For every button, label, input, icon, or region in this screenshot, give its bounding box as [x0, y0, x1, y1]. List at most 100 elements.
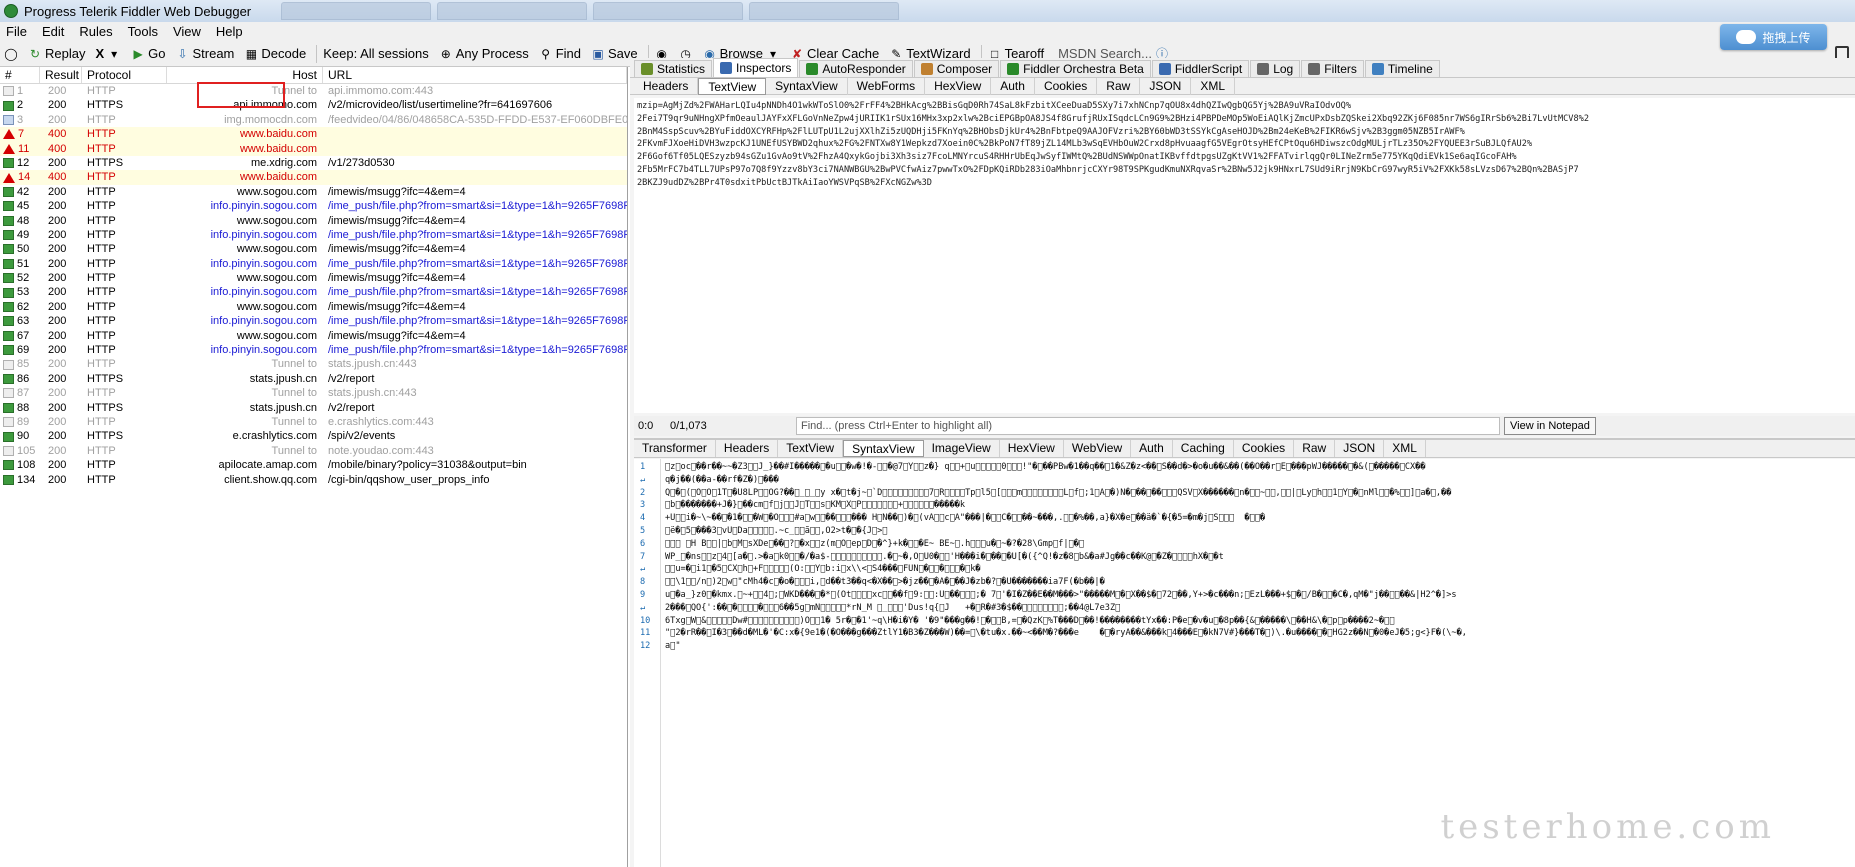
session-row[interactable]: 86 200 HTTPS stats.jpush.cn/v2/report	[0, 372, 627, 386]
session-row[interactable]: 45 200 HTTP info.pinyin.sogou.com/ime_push/…	[0, 199, 627, 213]
request-tab-hexview[interactable]: HexView	[925, 77, 992, 95]
remove-button[interactable]: X ▾	[95, 46, 121, 61]
column-number[interactable]: #	[0, 67, 40, 83]
line-number: 8	[640, 577, 646, 588]
session-row[interactable]: 85 200 HTTP Tunnel to stats.jpush.cn:443	[0, 357, 627, 371]
request-tab-textview[interactable]: TextView	[698, 77, 767, 95]
session-row[interactable]: 1 200 HTTP Tunnel to api.immomo.com:443	[0, 84, 627, 98]
response-tab-cookies[interactable]: Cookies	[1234, 440, 1295, 457]
response-tab-caching[interactable]: Caching	[1173, 440, 1234, 457]
tab-timeline[interactable]: Timeline	[1364, 60, 1440, 77]
column-host[interactable]: Host	[167, 67, 323, 83]
session-row[interactable]: 51 200 HTTP info.pinyin.sogou.com/ime_push/…	[0, 257, 627, 271]
replay-button[interactable]: ↻ Replay	[28, 46, 86, 61]
keep-sessions-dropdown[interactable]: Keep: All sessions	[323, 46, 429, 61]
request-tab-headers[interactable]: Headers	[634, 77, 699, 95]
session-row[interactable]: 2 200 HTTPS api.immomo.com/v2/microvideo/li…	[0, 98, 627, 113]
tab-fiddlerscript[interactable]: FiddlerScript	[1151, 60, 1250, 77]
session-row[interactable]: 14 400 HTTP www.baidu.com	[0, 170, 627, 185]
request-tab-syntaxview[interactable]: SyntaxView	[766, 77, 848, 95]
response-tab-webview[interactable]: WebView	[1064, 440, 1132, 457]
find-input[interactable]: Find... (press Ctrl+Enter to highlight a…	[796, 417, 1500, 435]
view-in-notepad-button[interactable]: View in Notepad	[1504, 417, 1596, 435]
request-tab-webforms[interactable]: WebForms	[848, 77, 926, 95]
session-row[interactable]: 134 200 HTTP client.show.qq.com/cgi-bin/qqs…	[0, 473, 627, 487]
response-tab-xml[interactable]: XML	[1384, 440, 1426, 457]
tab-fiddler-orchestra-beta[interactable]: Fiddler Orchestra Beta	[1000, 60, 1151, 77]
request-tab-json[interactable]: JSON	[1140, 77, 1192, 95]
session-row[interactable]: 48 200 HTTP www.sogou.com/imewis/msugg?ifc=…	[0, 214, 627, 228]
response-tab-raw[interactable]: Raw	[1294, 440, 1336, 457]
any-process-button[interactable]: ⊕ Any Process	[439, 46, 529, 61]
response-tab-transformer[interactable]: Transformer	[634, 440, 716, 457]
response-tab-syntaxview[interactable]: SyntaxView	[843, 440, 924, 457]
session-url: /imewis/msugg?ifc=4&em=4	[328, 214, 466, 227]
decode-button[interactable]: ▦ Decode	[244, 46, 306, 61]
session-row[interactable]: 108 200 HTTP apilocate.amap.com/mobile/bina…	[0, 458, 627, 472]
response-tab-textview[interactable]: TextView	[778, 440, 844, 457]
timeline-icon	[1371, 63, 1384, 75]
session-row[interactable]: 42 200 HTTP www.sogou.com/imewis/msugg?ifc=…	[0, 185, 627, 199]
response-tab-json[interactable]: JSON	[1335, 440, 1385, 457]
upload-button[interactable]: 拖拽上传	[1720, 24, 1827, 50]
comment-button[interactable]: ◯	[4, 47, 18, 61]
response-code[interactable]:  z oc ��r��~~�Z3  J_}��#I����� �u  �w�!�…	[661, 459, 1855, 867]
session-row[interactable]: 7 400 HTTP www.baidu.com	[0, 127, 627, 142]
any-process-label: Any Process	[455, 46, 529, 61]
response-tab-imageview[interactable]: ImageView	[924, 440, 1000, 457]
response-tab-auth[interactable]: Auth	[1131, 440, 1173, 457]
request-tab-raw[interactable]: Raw	[1097, 77, 1141, 95]
menu-tools[interactable]: Tools	[128, 24, 158, 39]
session-row[interactable]: 11 400 HTTP www.baidu.com	[0, 141, 627, 156]
go-button[interactable]: ▶ Go	[131, 46, 166, 61]
tab-autoresponder[interactable]: AutoResponder	[799, 60, 913, 77]
column-url[interactable]: URL	[323, 67, 627, 83]
background-tab[interactable]	[281, 2, 432, 20]
background-tab[interactable]	[593, 2, 744, 20]
background-tab[interactable]	[749, 2, 900, 20]
session-row[interactable]: 105 200 HTTP Tunnel to note.youdao.com:443	[0, 444, 627, 458]
menu-file[interactable]: File	[6, 24, 27, 39]
request-textview[interactable]: mzip=AgMjZd%2FWAHarLQIu4pNNDh4O1wkWToSlO…	[634, 98, 1855, 413]
session-row[interactable]: 3 200 HTTP img.momocdn.com/feedvideo/04/86/…	[0, 113, 627, 127]
session-row[interactable]: 90 200 HTTPS e.crashlytics.com/spi/v2/event…	[0, 429, 627, 443]
session-row[interactable]: 50 200 HTTP www.sogou.com/imewis/msugg?ifc=…	[0, 242, 627, 256]
tab-filters[interactable]: Filters	[1301, 60, 1364, 77]
column-protocol[interactable]: Protocol	[82, 67, 167, 83]
request-tab-auth[interactable]: Auth	[991, 77, 1035, 95]
menu-rules[interactable]: Rules	[79, 24, 112, 39]
request-tab-cookies[interactable]: Cookies	[1035, 77, 1098, 95]
sessions-list[interactable]: # Result Protocol Host URL 1 200 HTTP Tunne…	[0, 67, 628, 867]
menu-edit[interactable]: Edit	[42, 24, 64, 39]
session-row[interactable]: 62 200 HTTP www.sogou.com/imewis/msugg?ifc=…	[0, 300, 627, 314]
session-row[interactable]: 89 200 HTTP Tunnel to e.crashlytics.com:443	[0, 415, 627, 429]
session-row[interactable]: 69 200 HTTP info.pinyin.sogou.com/ime_push/…	[0, 343, 627, 357]
session-row[interactable]: 49 200 HTTP info.pinyin.sogou.com/ime_push/…	[0, 228, 627, 242]
response-syntaxview[interactable]: 1 ↵ 2 3 4 5 6 7 ↵ 8 9 ↵ 10 11 12  z oc ��r��~~�Z3  J_}…	[634, 459, 1855, 867]
session-result: 200	[48, 473, 67, 486]
request-tab-xml[interactable]: XML	[1191, 77, 1236, 95]
column-result[interactable]: Result	[40, 67, 82, 83]
tab-log[interactable]: Log	[1250, 60, 1301, 77]
menu-help[interactable]: Help	[216, 24, 243, 39]
response-tab-headers[interactable]: Headers	[716, 440, 779, 457]
tab-label: Statistics	[657, 62, 706, 76]
session-row[interactable]: 53 200 HTTP info.pinyin.sogou.com/ime_push/…	[0, 285, 627, 299]
session-row[interactable]: 87 200 HTTP Tunnel to stats.jpush.cn:443	[0, 386, 627, 400]
composer-icon	[920, 63, 933, 75]
session-row[interactable]: 12 200 HTTPS me.xdrig.com/v1/273d0530	[0, 156, 627, 170]
tab-inspectors[interactable]: Inspectors	[713, 58, 799, 77]
tab-composer[interactable]: Composer	[913, 60, 1000, 77]
background-tab[interactable]	[437, 2, 588, 20]
session-result: 200	[48, 156, 67, 169]
session-result: 200	[48, 358, 67, 371]
session-row[interactable]: 52 200 HTTP www.sogou.com/imewis/msugg?ifc=…	[0, 271, 627, 285]
response-tab-hexview[interactable]: HexView	[1000, 440, 1064, 457]
tab-statistics[interactable]: Statistics	[634, 60, 713, 77]
session-row[interactable]: 88 200 HTTPS stats.jpush.cn/v2/report	[0, 401, 627, 415]
menu-view[interactable]: View	[173, 24, 201, 39]
find-button[interactable]: ⚲ Find	[539, 46, 581, 61]
stream-button[interactable]: ⇩ Stream	[175, 46, 234, 61]
session-row[interactable]: 63 200 HTTP info.pinyin.sogou.com/ime_push/…	[0, 314, 627, 328]
session-row[interactable]: 67 200 HTTP www.sogou.com/imewis/msugg?ifc=…	[0, 329, 627, 343]
